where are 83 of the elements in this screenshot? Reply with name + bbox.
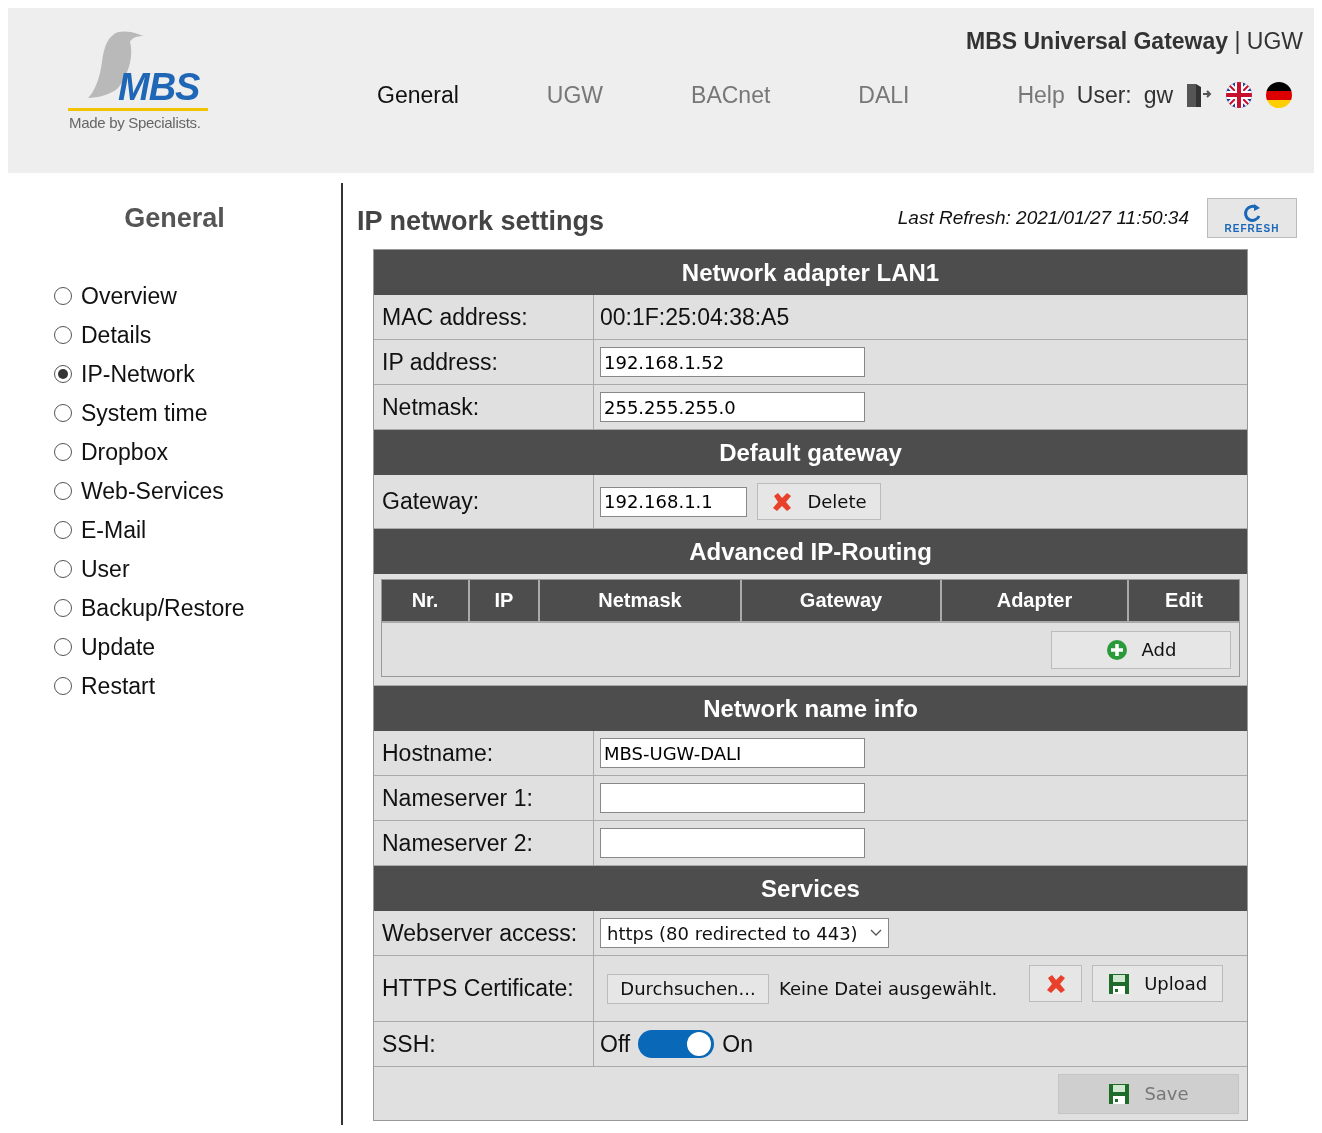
input-field[interactable] <box>600 783 865 813</box>
germany-flag-icon <box>1265 81 1294 109</box>
field-label: MAC address: <box>374 295 594 339</box>
field-label: Gateway: <box>374 475 594 528</box>
add-button[interactable]: Add <box>1051 630 1231 669</box>
radio-label: Update <box>81 633 156 661</box>
logo-tagline: Made by Specialists. <box>69 114 201 131</box>
page-title: IP network settings <box>357 205 605 237</box>
radio-option[interactable]: E-Mail <box>54 516 341 544</box>
field-label: SSH: <box>374 1022 594 1066</box>
input-field[interactable]: MBS-UGW-DALI <box>600 738 865 768</box>
column-header: Nr. <box>382 580 470 621</box>
radio-label: Dropbox <box>81 438 168 466</box>
field-value: 00:1F:25:04:38:A5 <box>600 303 790 331</box>
radio-label: E-Mail <box>81 516 147 544</box>
radio-option[interactable]: Backup/Restore <box>54 594 341 622</box>
section-header: Advanced IP-Routing <box>374 529 1247 574</box>
refresh-icon <box>1241 202 1263 223</box>
sidebar-title: General <box>123 202 226 234</box>
field-label: Hostname: <box>374 731 594 775</box>
cross-icon <box>771 490 794 513</box>
nav-tab[interactable]: UGW <box>546 81 604 109</box>
delete-button[interactable]: Delete <box>757 483 881 520</box>
field-label: Netmask: <box>374 385 594 429</box>
input-field[interactable]: 192.168.1.52 <box>600 347 865 377</box>
user-name: gw <box>1143 81 1174 109</box>
field-label: HTTPS Certificate: <box>374 956 594 1021</box>
radio-option[interactable]: Restart <box>54 672 341 700</box>
last-refresh-text: Last Refresh: 2021/01/27 11:50:34 <box>897 207 1189 229</box>
radio-option[interactable]: Dropbox <box>54 438 341 466</box>
clear-button[interactable] <box>1029 965 1083 1002</box>
section-header: Default gateway <box>374 430 1247 475</box>
toggle-on-label: On <box>722 1030 753 1058</box>
field-label: IP address: <box>374 340 594 384</box>
app-title: MBS Universal Gateway <box>966 28 1229 54</box>
nav-tab[interactable]: DALI <box>858 81 910 109</box>
upload-button[interactable]: Upload <box>1092 965 1224 1002</box>
field-label: Webserver access: <box>374 911 594 955</box>
radio-label: System time <box>81 399 208 427</box>
help-link[interactable]: Help <box>1017 81 1065 109</box>
radio-label: Details <box>81 321 152 349</box>
chevron-down-icon <box>870 929 882 937</box>
column-header: Gateway <box>742 580 942 621</box>
radio-label: Backup/Restore <box>81 594 245 622</box>
radio-option[interactable]: Update <box>54 633 341 661</box>
radio-option[interactable]: Details <box>54 321 341 349</box>
logo-text: MBS <box>118 66 200 109</box>
user-label: User: <box>1076 81 1132 109</box>
column-header: Edit <box>1164 588 1204 613</box>
cross-icon <box>1044 972 1067 995</box>
plus-icon <box>1105 638 1128 661</box>
file-status-text: Keine Datei ausgewählt. <box>779 978 998 999</box>
radio-label: Web-Services <box>81 477 224 505</box>
radio-label: Overview <box>81 282 177 310</box>
toggle-switch[interactable] <box>638 1030 715 1058</box>
field-label: Nameserver 2: <box>374 821 594 865</box>
input-field[interactable] <box>600 828 865 858</box>
toggle-off-label: Off <box>600 1030 631 1058</box>
radio-option[interactable]: IP-Network <box>54 360 341 388</box>
radio-label: Restart <box>81 672 156 700</box>
radio-label: IP-Network <box>81 360 195 388</box>
logout-icon <box>1185 81 1214 109</box>
nav-tab[interactable]: General <box>377 81 459 109</box>
radio-label: User <box>81 555 130 583</box>
input-field[interactable]: 192.168.1.1 <box>600 486 747 517</box>
column-header: Adapter <box>942 580 1129 621</box>
input-field[interactable]: 255.255.255.0 <box>600 392 865 422</box>
nav-tab[interactable]: BACnet <box>691 81 771 109</box>
section-header: Network adapter LAN1 <box>374 250 1247 295</box>
app-subtitle: | UGW <box>1233 28 1304 54</box>
radio-option[interactable]: User <box>54 555 341 583</box>
dropdown[interactable]: https (80 redirected to 443) <box>600 918 889 948</box>
refresh-button[interactable]: REFRESH <box>1207 198 1297 238</box>
radio-option[interactable]: System time <box>54 399 341 427</box>
section-header: Services <box>374 866 1247 911</box>
section-header: Network name info <box>374 686 1247 731</box>
radio-option[interactable]: Overview <box>54 282 341 310</box>
browse-button[interactable]: Durchsuchen... <box>607 973 769 1004</box>
uk-flag-icon <box>1225 81 1254 109</box>
column-header: IP <box>470 580 540 621</box>
field-label: Nameserver 1: <box>374 776 594 820</box>
column-header: Netmask <box>540 580 742 621</box>
radio-option[interactable]: Web-Services <box>54 477 341 505</box>
